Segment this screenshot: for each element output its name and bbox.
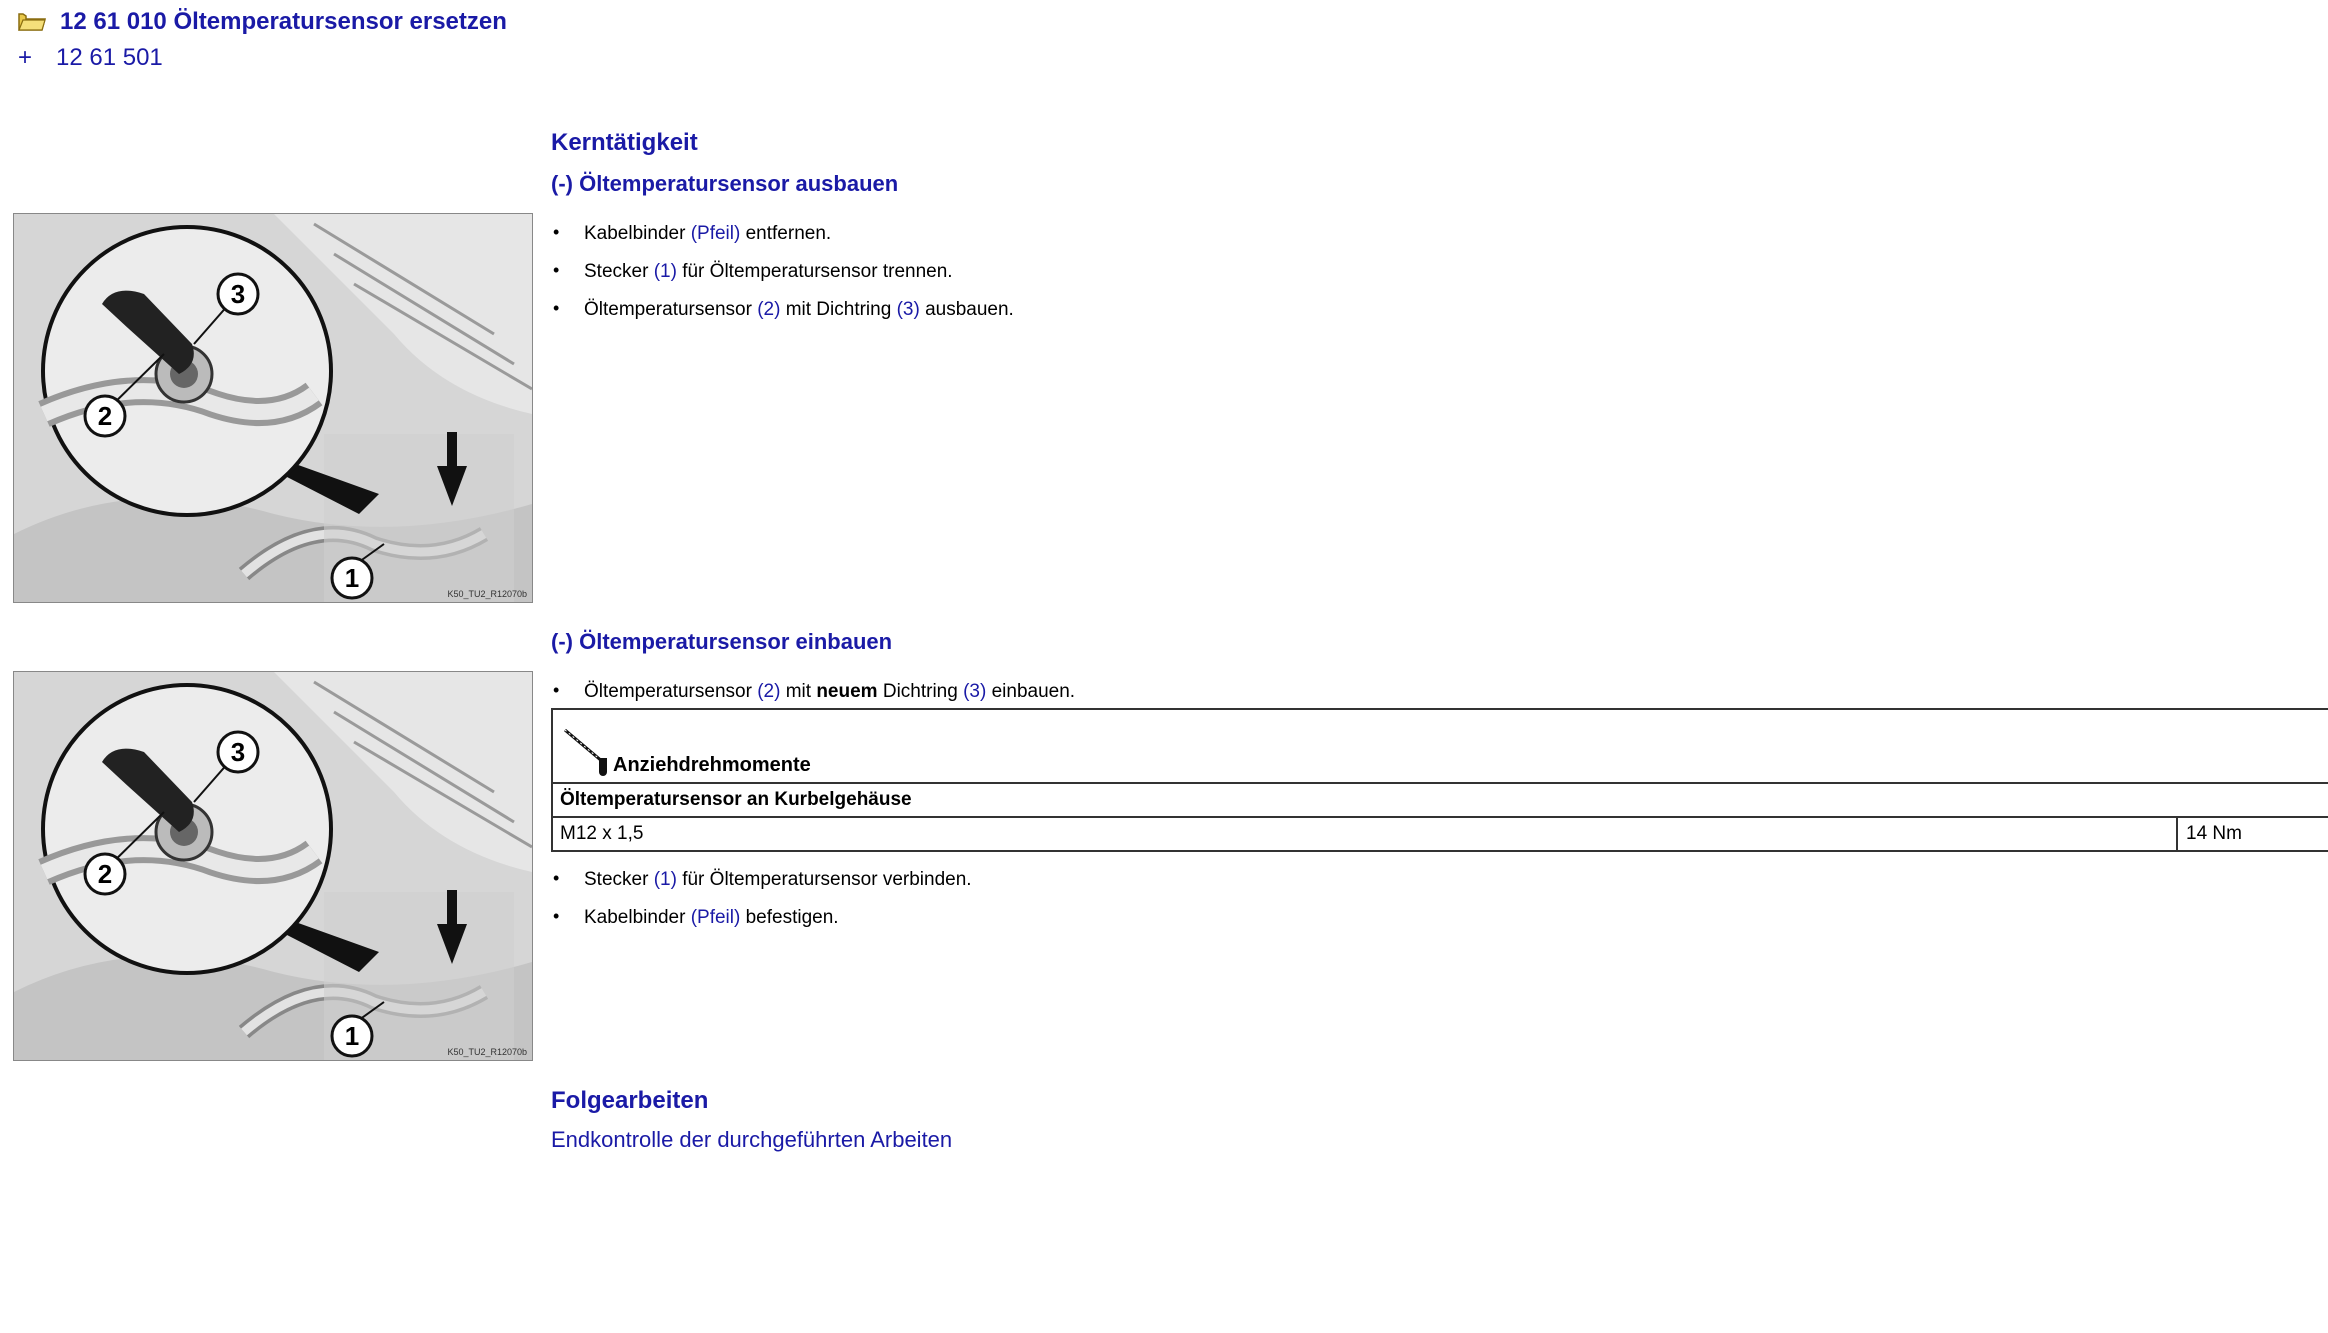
remove-section-title: (-) Öltemperatursensor ausbauen [551, 171, 899, 196]
reference-3-link[interactable]: (3) [897, 299, 920, 320]
figure-code: K50_TU2_R12070b [447, 589, 527, 599]
torque-row-title: Öltemperatursensor an Kurbelgehäuse [553, 784, 2328, 818]
sensor-diagram-install: 1 2 3 K50_TU2_R12070b [13, 671, 533, 1061]
followup-heading: Folgearbeiten [551, 1087, 709, 1114]
torque-header: Anziehdrehmomente [553, 710, 2328, 784]
expand-plus[interactable]: + [18, 44, 56, 72]
sensor-diagram-remove: 1 2 3 K50_TU2_R12070b [13, 213, 533, 603]
thread-size: M12 x 1,5 [560, 823, 644, 844]
list-item: • Öltemperatursensor (2) mit Dichtring (3… [551, 295, 1014, 333]
reference-1-link[interactable]: (1) [654, 261, 677, 282]
reference-2-link[interactable]: (2) [757, 299, 780, 320]
callout-1: 1 [345, 1021, 359, 1051]
list-item: • Kabelbinder (Pfeil) entfernen. [551, 219, 1014, 257]
torque-wrench-icon [564, 728, 607, 776]
bullet: • [553, 222, 560, 242]
reference-1-link[interactable]: (1) [654, 869, 677, 890]
page-title: 12 61 010 Öltemperatursensor ersetzen [60, 8, 507, 35]
document-title-row: 12 61 010 Öltemperatursensor ersetzen [18, 4, 507, 40]
bullet: • [553, 260, 560, 280]
bullet: • [553, 298, 560, 318]
install-section-title: (-) Öltemperatursensor einbauen [551, 629, 893, 654]
callout-1: 1 [345, 563, 359, 593]
torque-header-title: Anziehdrehmomente [613, 754, 811, 776]
bullet: • [553, 906, 560, 926]
related-reference[interactable]: +12 61 501 [18, 44, 163, 72]
reference-2-link[interactable]: (2) [757, 681, 780, 702]
bullet: • [553, 868, 560, 888]
reference-arrow-link[interactable]: (Pfeil) [691, 223, 741, 244]
callout-3: 3 [231, 279, 245, 309]
reference-3-link[interactable]: (3) [963, 681, 986, 702]
install-steps-list: • Stecker (1) für Öltemperatursensor verb… [551, 865, 972, 941]
core-task-heading: Kerntätigkeit [551, 129, 698, 156]
list-item: • Stecker (1) für Öltemperatursensor tren… [551, 257, 1014, 295]
callout-2: 2 [98, 859, 112, 889]
torque-row-value: M12 x 1,5 14 Nm [553, 818, 2328, 852]
list-item: • Kabelbinder (Pfeil) befestigen. [551, 903, 972, 941]
figure-code: K50_TU2_R12070b [447, 1047, 527, 1057]
callout-3: 3 [231, 737, 245, 767]
torque-table: Anziehdrehmomente Öltemperatursensor an … [551, 708, 2328, 852]
callout-2: 2 [98, 401, 112, 431]
bullet: • [553, 680, 560, 700]
folder-icon [18, 13, 46, 31]
remove-steps-list: • Kabelbinder (Pfeil) entfernen. • Stecker… [551, 219, 1014, 333]
reference-code-link[interactable]: 12 61 501 [56, 44, 163, 71]
torque-value: 14 Nm [2176, 818, 2242, 850]
list-item: • Stecker (1) für Öltemperatursensor verb… [551, 865, 972, 903]
final-check-link[interactable]: Endkontrolle der durchgeführten Arbeiten [551, 1127, 952, 1153]
reference-arrow-link[interactable]: (Pfeil) [691, 907, 741, 928]
